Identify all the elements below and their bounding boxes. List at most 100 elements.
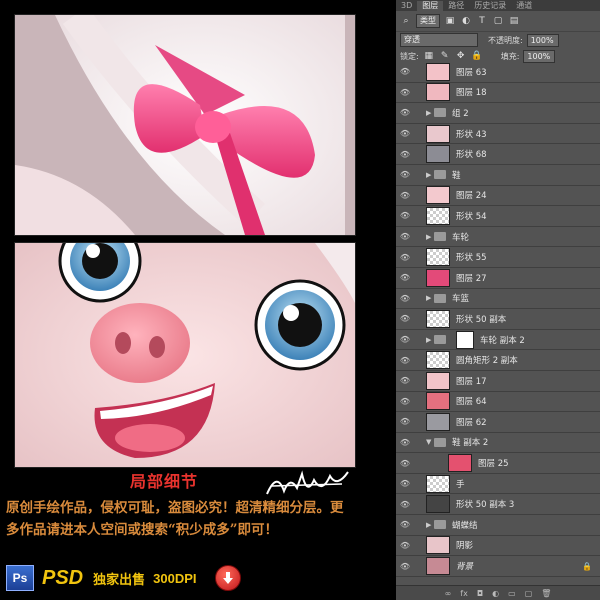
panel-footer: ∞ fx ◘ ◐ ▭ ▢ 🗑 [396, 585, 600, 600]
lock-all-icon[interactable]: 🔒 [471, 50, 483, 62]
visibility-eye-icon[interactable]: 👁 [396, 170, 414, 179]
link-icon[interactable]: ∞ [445, 589, 452, 598]
filter-type-icon[interactable]: T [476, 15, 488, 27]
layer-row[interactable]: 👁 形状 50 副本 3 [396, 494, 600, 516]
lock-image-icon[interactable]: ✎ [439, 50, 451, 62]
opacity-field[interactable]: 100% [526, 33, 559, 47]
blend-row: 穿透 不透明度: 100% [396, 32, 600, 48]
layer-row[interactable]: 👁 阴影 [396, 536, 600, 557]
filter-adjust-icon[interactable]: ◐ [460, 15, 472, 27]
layer-row[interactable]: 👁 圆角矩形 2 副本 [396, 350, 600, 371]
visibility-eye-icon[interactable]: 👁 [396, 314, 414, 323]
layer-name: 形状 55 [456, 253, 487, 264]
layer-row[interactable]: 👁 ▶ 车轮 副本 2 [396, 330, 600, 351]
layer-row[interactable]: 👁 ▶ 蝴蝶结 [396, 515, 600, 536]
layer-mask-thumbnail[interactable] [456, 330, 474, 349]
blend-mode-select[interactable]: 穿透 [400, 33, 478, 47]
visibility-eye-icon[interactable]: 👁 [396, 459, 414, 468]
visibility-eye-icon[interactable]: 👁 [396, 108, 414, 117]
group-expand-arrow-icon[interactable]: ▶ [426, 233, 434, 241]
layer-thumbnail [426, 62, 450, 81]
folder-icon [434, 170, 446, 180]
visibility-eye-icon[interactable]: 👁 [396, 253, 414, 262]
layer-row[interactable]: 👁 ▶ 鞋 [396, 165, 600, 186]
folder-icon[interactable]: ▭ [508, 589, 516, 598]
layer-row[interactable]: 👁 图层 24 [396, 186, 600, 207]
layer-thumbnail [426, 145, 450, 164]
visibility-eye-icon[interactable]: 👁 [396, 129, 414, 138]
artwork-top-bow [14, 14, 356, 236]
lock-position-icon[interactable]: ✥ [455, 50, 467, 62]
layer-thumbnail [426, 536, 450, 555]
trash-icon[interactable]: 🗑 [541, 589, 551, 598]
layer-row[interactable]: 👁 背景 🔒 [396, 556, 600, 577]
layer-row[interactable]: 👁 图层 63 [396, 62, 600, 83]
visibility-eye-icon[interactable]: 👁 [396, 67, 414, 76]
filter-row: ⌕ 类型 ▣ ◐ T ▢ ▤ [396, 11, 600, 32]
visibility-eye-icon[interactable]: 👁 [396, 541, 414, 550]
caption-title: 局部细节 [130, 472, 199, 491]
layer-name: 鞋 副本 2 [452, 438, 489, 449]
group-expand-arrow-icon[interactable]: ▶ [426, 521, 434, 529]
visibility-eye-icon[interactable]: 👁 [396, 500, 414, 509]
visibility-eye-icon[interactable]: 👁 [396, 438, 414, 447]
tab-channels[interactable]: 通道 [511, 1, 537, 11]
layer-row[interactable]: 👁 形状 68 [396, 144, 600, 165]
layer-row[interactable]: 👁 ▶ 组 2 [396, 103, 600, 124]
layer-thumbnail [426, 392, 450, 411]
visibility-eye-icon[interactable]: 👁 [396, 479, 414, 488]
layer-name: 车篮 [452, 294, 470, 305]
lock-transparent-icon[interactable]: ▦ [423, 50, 435, 62]
layer-thumbnail [426, 495, 450, 514]
group-expand-arrow-icon[interactable]: ▶ [426, 171, 434, 179]
layer-row[interactable]: 👁 图层 27 [396, 268, 600, 289]
visibility-eye-icon[interactable]: 👁 [396, 376, 414, 385]
layer-row[interactable]: 👁 形状 55 [396, 247, 600, 268]
visibility-eye-icon[interactable]: 👁 [396, 294, 414, 303]
layer-row[interactable]: 👁 图层 17 [396, 371, 600, 392]
visibility-eye-icon[interactable]: 👁 [396, 562, 414, 571]
download-button[interactable] [214, 565, 241, 591]
visibility-eye-icon[interactable]: 👁 [396, 335, 414, 344]
visibility-eye-icon[interactable]: 👁 [396, 191, 414, 200]
new-layer-icon[interactable]: ▢ [525, 589, 533, 598]
visibility-eye-icon[interactable]: 👁 [396, 88, 414, 97]
visibility-eye-icon[interactable]: 👁 [396, 232, 414, 241]
mask-icon[interactable]: ◘ [477, 589, 483, 598]
layer-row[interactable]: 👁 图层 64 [396, 392, 600, 413]
layer-list: 👁 图层 63 👁 图层 18 👁 ▶ 组 2 👁 形状 43 👁 形状 68 👁 ▶ 鞋 👁 图层 24 👁 形… [396, 62, 600, 577]
tab-history[interactable]: 历史记录 [469, 1, 511, 11]
fill-field[interactable]: 100% [523, 49, 556, 63]
visibility-eye-icon[interactable]: 👁 [396, 211, 414, 220]
layer-row[interactable]: 👁 图层 18 [396, 83, 600, 104]
filter-shape-icon[interactable]: ▢ [492, 15, 504, 27]
visibility-eye-icon[interactable]: 👁 [396, 273, 414, 282]
group-expand-arrow-icon[interactable]: ▶ [426, 109, 434, 117]
layer-row[interactable]: 👁 ▶ 车轮 [396, 227, 600, 248]
group-expand-arrow-icon[interactable]: ▶ [426, 294, 434, 302]
visibility-eye-icon[interactable]: 👁 [396, 356, 414, 365]
layer-row[interactable]: 👁 图层 25 [396, 453, 600, 474]
layer-row[interactable]: 👁 ▼ 鞋 副本 2 [396, 433, 600, 454]
adjustment-icon[interactable]: ◐ [492, 589, 499, 598]
tab-layers[interactable]: 图层 [417, 1, 444, 11]
filter-kind-select[interactable]: 类型 [416, 14, 440, 28]
visibility-eye-icon[interactable]: 👁 [396, 150, 414, 159]
tab-paths[interactable]: 路径 [443, 1, 469, 11]
layer-row[interactable]: 👁 图层 62 [396, 412, 600, 433]
visibility-eye-icon[interactable]: 👁 [396, 417, 414, 426]
layer-row[interactable]: 👁 ▶ 车篮 [396, 289, 600, 310]
group-expand-arrow-icon[interactable]: ▶ [426, 336, 434, 344]
filter-pixel-icon[interactable]: ▣ [444, 15, 456, 27]
tab-3d[interactable]: 3D [396, 1, 417, 11]
layer-row[interactable]: 👁 手 [396, 474, 600, 495]
layer-row[interactable]: 👁 形状 50 副本 [396, 309, 600, 330]
group-expand-arrow-icon[interactable]: ▼ [426, 438, 434, 446]
filter-smart-icon[interactable]: ▤ [508, 15, 520, 27]
visibility-eye-icon[interactable]: 👁 [396, 397, 414, 406]
fx-icon[interactable]: fx [460, 589, 468, 598]
layer-row[interactable]: 👁 形状 54 [396, 206, 600, 227]
visibility-eye-icon[interactable]: 👁 [396, 520, 414, 529]
pig-face-illustration [15, 243, 355, 467]
layer-row[interactable]: 👁 形状 43 [396, 124, 600, 145]
